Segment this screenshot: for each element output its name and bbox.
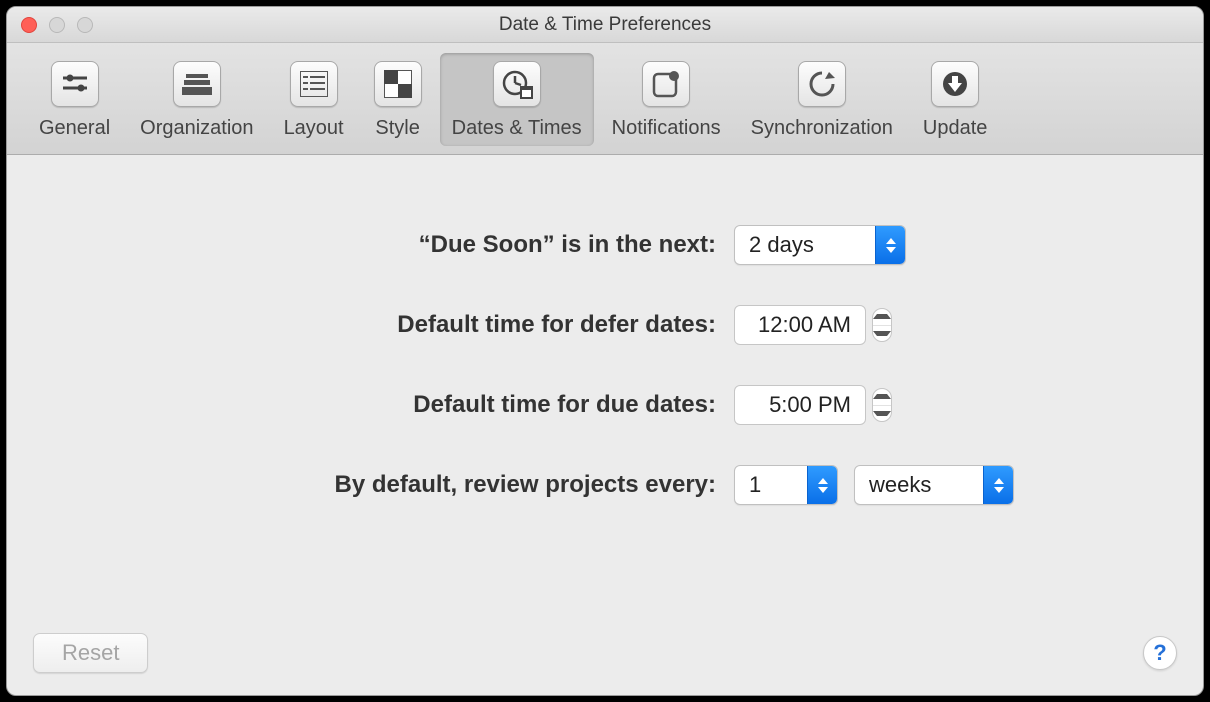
select-arrows-icon	[875, 226, 905, 264]
stepper-down-icon	[873, 406, 891, 422]
reset-button[interactable]: Reset	[33, 633, 148, 673]
stepper-down-icon	[873, 326, 891, 342]
stack-icon	[173, 61, 221, 107]
select-arrows-icon	[983, 466, 1013, 504]
titlebar: Date & Time Preferences	[7, 7, 1203, 43]
tab-label: Notifications	[612, 117, 721, 140]
checker-icon	[374, 61, 422, 107]
defer-time-control: 12:00 AM	[734, 305, 892, 345]
settings-form: “Due Soon” is in the next: 2 days Defaul…	[7, 225, 1203, 505]
tab-general[interactable]: General	[27, 53, 122, 146]
row-due-soon: “Due Soon” is in the next: 2 days	[156, 225, 1054, 265]
due-time-control: 5:00 PM	[734, 385, 892, 425]
tab-label: Layout	[284, 117, 344, 140]
tab-layout[interactable]: Layout	[272, 53, 356, 146]
download-icon	[931, 61, 979, 107]
help-button[interactable]: ?	[1143, 636, 1177, 670]
row-defer-time: Default time for defer dates: 12:00 AM	[156, 305, 1054, 345]
window-title: Date & Time Preferences	[7, 14, 1203, 36]
review-count-select[interactable]: 1	[734, 465, 838, 505]
preferences-window: Date & Time Preferences General Organiza…	[6, 6, 1204, 696]
window-close-button[interactable]	[21, 17, 37, 33]
row-review: By default, review projects every: 1 wee…	[156, 465, 1054, 505]
tab-label: Dates & Times	[452, 117, 582, 140]
tab-label: Synchronization	[751, 117, 893, 140]
due-time-label: Default time for due dates:	[156, 391, 716, 419]
defer-time-label: Default time for defer dates:	[156, 311, 716, 339]
sliders-icon	[51, 61, 99, 107]
list-icon	[290, 61, 338, 107]
tab-update[interactable]: Update	[911, 53, 1000, 146]
due-time-stepper[interactable]	[872, 388, 892, 422]
defer-time-stepper[interactable]	[872, 308, 892, 342]
content-pane: “Due Soon” is in the next: 2 days Defaul…	[7, 155, 1203, 695]
tab-style[interactable]: Style	[362, 53, 434, 146]
window-minimize-button[interactable]	[49, 17, 65, 33]
window-zoom-button[interactable]	[77, 17, 93, 33]
stepper-up-icon	[873, 389, 891, 406]
preferences-toolbar: General Organization Layout Style Dates	[7, 43, 1203, 155]
review-unit-select[interactable]: weeks	[854, 465, 1014, 505]
traffic-lights	[21, 17, 93, 33]
clock-calendar-icon	[493, 61, 541, 107]
tab-synchronization[interactable]: Synchronization	[739, 53, 905, 146]
select-arrows-icon	[807, 466, 837, 504]
due-soon-label: “Due Soon” is in the next:	[156, 231, 716, 259]
notification-icon	[642, 61, 690, 107]
tab-organization[interactable]: Organization	[128, 53, 265, 146]
row-due-time: Default time for due dates: 5:00 PM	[156, 385, 1054, 425]
tab-notifications[interactable]: Notifications	[600, 53, 733, 146]
review-label: By default, review projects every:	[156, 471, 716, 499]
sync-icon	[798, 61, 846, 107]
tab-label: Update	[923, 117, 988, 140]
review-unit-value: weeks	[855, 472, 983, 498]
tab-label: Style	[375, 117, 419, 140]
due-soon-select[interactable]: 2 days	[734, 225, 906, 265]
tab-label: Organization	[140, 117, 253, 140]
stepper-up-icon	[873, 309, 891, 326]
tab-label: General	[39, 117, 110, 140]
defer-time-input[interactable]: 12:00 AM	[734, 305, 866, 345]
review-count-value: 1	[735, 472, 807, 498]
due-time-input[interactable]: 5:00 PM	[734, 385, 866, 425]
due-soon-value: 2 days	[735, 232, 875, 258]
footer: Reset ?	[7, 633, 1203, 673]
tab-dates-times[interactable]: Dates & Times	[440, 53, 594, 146]
